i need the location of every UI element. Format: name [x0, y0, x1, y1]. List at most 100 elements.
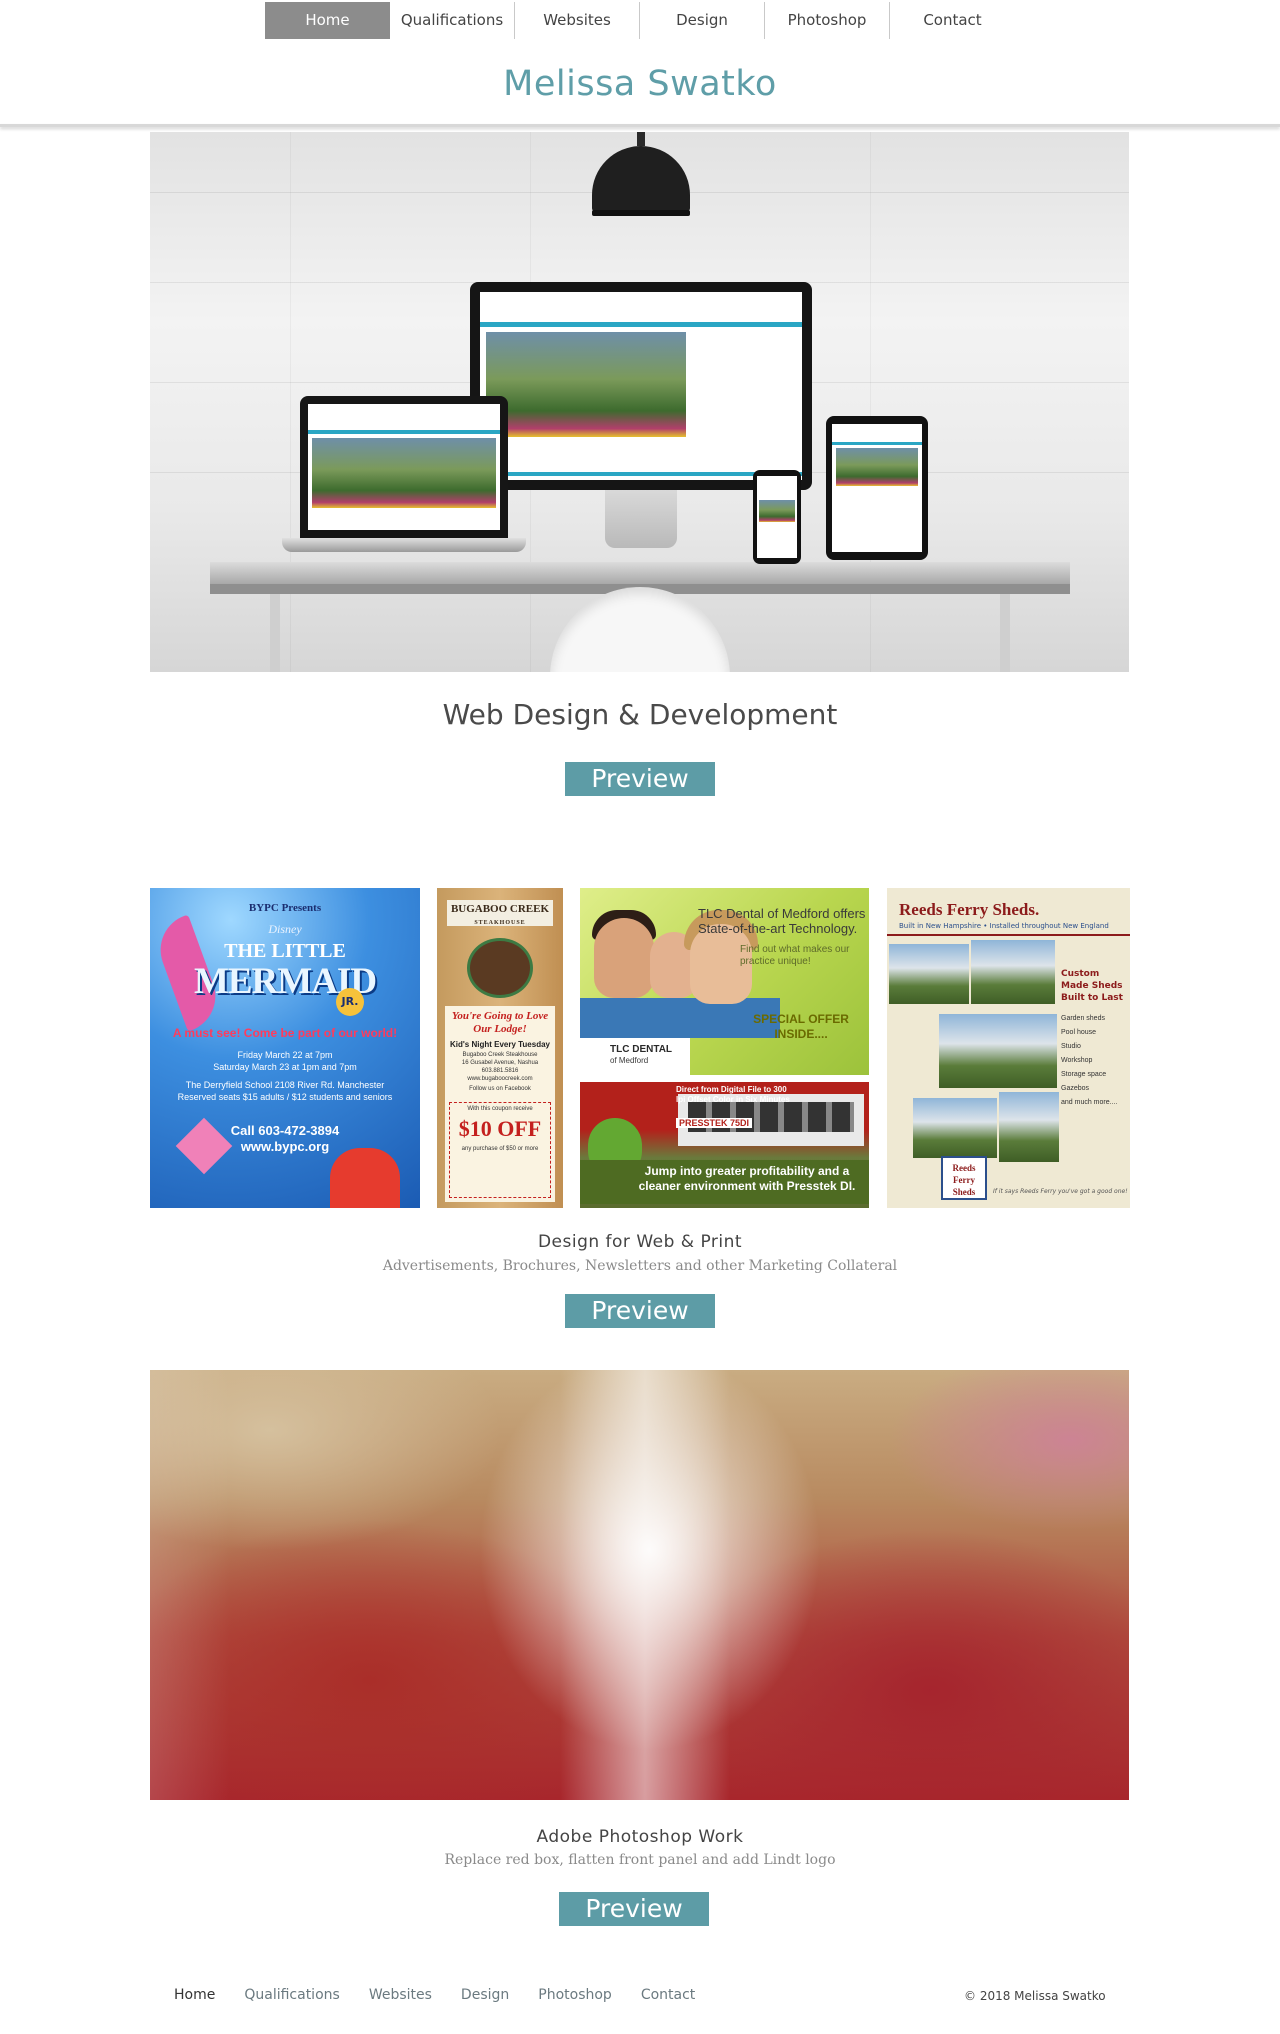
laptop-screen: [308, 404, 500, 530]
tlc-special-offer: SPECIAL OFFER INSIDE....: [753, 1012, 849, 1041]
blur-highlight: [150, 1370, 230, 1800]
web-design-preview-button[interactable]: Preview: [565, 762, 715, 796]
presstek-ad[interactable]: Direct from Digital File to 300 lpi Offs…: [580, 1082, 869, 1208]
coupon-offer: $10 OFF: [458, 1116, 542, 1141]
footer-nav-home[interactable]: Home: [174, 1987, 215, 2003]
monitor-screen: [480, 292, 802, 480]
footer-nav-qualifications[interactable]: Qualifications: [244, 1987, 339, 2003]
photoshop-work-image[interactable]: [150, 1370, 1129, 1800]
shed-photo: [939, 1014, 1057, 1088]
screen-hero-photo: [312, 438, 496, 508]
tlc-headline: TLC Dental of Medford offers State-of-th…: [698, 906, 866, 936]
photoshop-preview-button[interactable]: Preview: [559, 1892, 709, 1926]
reeds-list-item: Garden sheds: [1061, 1015, 1105, 1022]
coupon-offer-detail: any purchase of $50 or more: [461, 1146, 539, 1152]
coral-graphic: [330, 1148, 400, 1208]
nav-websites[interactable]: Websites: [515, 2, 640, 39]
laptop-base: [282, 538, 526, 552]
little-mermaid-ad[interactable]: BYPC Presents Disney THE LITTLE MERMAID …: [150, 888, 420, 1208]
shed-photo: [999, 1092, 1059, 1162]
photoshop-section-subtitle: Replace red box, flatten front panel and…: [444, 1852, 836, 1868]
bugaboo-logo: BUGABOO CREEK STEAKHOUSE: [447, 900, 553, 926]
desk-leg: [270, 592, 280, 672]
mermaid-presents: BYPC Presents: [248, 902, 322, 914]
mermaid-date: Saturday March 23 at 1pm and 7pm: [213, 1062, 357, 1072]
bugaboo-creek-ad[interactable]: BUGABOO CREEK STEAKHOUSE You're Going to …: [437, 888, 563, 1208]
nav-design[interactable]: Design: [640, 2, 765, 39]
screen-nav-bar: [308, 430, 500, 434]
nav-photoshop[interactable]: Photoshop: [765, 2, 890, 39]
mermaid-venue: The Derryfield School 2108 River Rd. Man…: [185, 1080, 385, 1090]
bugaboo-address: www.bugaboocreek.com: [467, 1076, 533, 1082]
desktop-monitor: [470, 282, 812, 490]
shed-photo: [889, 944, 969, 1004]
print-preview-button[interactable]: Preview: [565, 1294, 715, 1328]
reeds-ferry-ad[interactable]: Reeds Ferry Sheds. Built in New Hampshir…: [887, 888, 1130, 1208]
site-title[interactable]: Melissa Swatko: [0, 64, 1280, 104]
reeds-logo: Reeds Ferry Sheds: [941, 1156, 987, 1200]
copyright: © 2018 Melissa Swatko: [964, 1989, 1106, 2003]
lamp-cord: [637, 132, 645, 146]
blur-highlight: [560, 1370, 730, 1800]
print-section-title: Design for Web & Print: [537, 1232, 743, 1252]
family-photo-man: [594, 918, 654, 998]
footer-nav-design[interactable]: Design: [461, 1987, 509, 2003]
tlc-find-out: Find out what makes our practice unique!: [740, 944, 850, 967]
coupon-intro: With this coupon receive: [467, 1106, 533, 1112]
web-design-hero-image: [150, 132, 1129, 672]
desk: [210, 562, 1070, 584]
tlc-logo-sub: of Medford: [610, 1056, 649, 1065]
footer-nav-photoshop[interactable]: Photoshop: [538, 1987, 612, 2003]
bugaboo-kids-night: Kid's Night Every Tuesday: [449, 1040, 550, 1049]
mermaid-tagline: A must see! Come be part of our world!: [172, 1026, 398, 1040]
screen-hero-photo: [836, 448, 918, 486]
presstek-direct: Direct from Digital File to 300 lpi Offs…: [676, 1085, 790, 1104]
reeds-subtitle: Built in New Hampshire • Installed throu…: [899, 922, 1109, 930]
nav-qualifications[interactable]: Qualifications: [390, 2, 515, 39]
mermaid-website: www.bypc.org: [240, 1139, 330, 1154]
footer-nav-websites[interactable]: Websites: [369, 1987, 432, 2003]
shed-photo: [971, 940, 1055, 1004]
bugaboo-headline: You're Going to Love Our Lodge!: [451, 1010, 549, 1035]
bugaboo-logo-text: BUGABOO CREEK: [450, 903, 550, 915]
bugaboo-coupon-panel: You're Going to Love Our Lodge! Kid's Ni…: [445, 1006, 555, 1202]
mermaid-date: Friday March 22 at 7pm: [237, 1050, 333, 1060]
reeds-list-item: Gazebos: [1061, 1085, 1090, 1092]
laptop: [300, 396, 508, 538]
mermaid-phone: Call 603-472-3894: [230, 1123, 340, 1138]
presstek-model: PRESSTEK 75DI: [676, 1118, 753, 1128]
mermaid-jr-badge: JR.: [336, 988, 364, 1016]
bugaboo-address: Follow us on Facebook: [469, 1086, 531, 1092]
web-design-title: Web Design & Development: [442, 698, 838, 731]
main-nav: Home Qualifications Websites Design Phot…: [265, 2, 1015, 39]
mermaid-title-line2: MERMAID: [193, 961, 377, 1002]
reeds-list-item: Studio: [1061, 1043, 1081, 1050]
tablet: [826, 416, 928, 560]
reeds-list-item: Workshop: [1061, 1057, 1093, 1064]
bugaboo-address: 603.881.5816: [481, 1068, 519, 1074]
reeds-tagline: If it says Reeds Ferry you've got a good…: [993, 1188, 1128, 1195]
screen-nav-bar: [832, 442, 922, 445]
smartphone: [753, 470, 801, 564]
photoshop-section-title: Adobe Photoshop Work: [536, 1827, 744, 1847]
chair: [550, 587, 730, 672]
screen-nav-bar: [480, 322, 802, 327]
presstek-tagline: Jump into greater profitability and a cl…: [638, 1164, 856, 1193]
footer-nav-contact[interactable]: Contact: [641, 1987, 695, 2003]
reeds-list-item: and much more....: [1061, 1099, 1118, 1106]
screen-hero-photo: [759, 500, 795, 522]
reeds-title: Reeds Ferry Sheds.: [899, 900, 1040, 919]
pendant-lamp: [592, 146, 690, 212]
nav-contact[interactable]: Contact: [890, 2, 1015, 39]
bugaboo-address: 16 Gusabel Avenue, Nashua: [461, 1060, 539, 1066]
mermaid-disney: Disney: [268, 922, 302, 936]
tlc-dental-ad[interactable]: TLC Dental of Medford offers State-of-th…: [580, 888, 869, 1075]
footer-nav: Home Qualifications Websites Design Phot…: [174, 1987, 724, 2003]
nav-home[interactable]: Home: [265, 2, 390, 39]
header-divider: [0, 124, 1280, 127]
screen-hero-photo: [486, 332, 686, 437]
reeds-list-item: Storage space: [1061, 1071, 1107, 1078]
lamp-rim: [592, 210, 690, 216]
bugaboo-address: Bugaboo Creek Steakhouse: [462, 1052, 538, 1058]
print-section-subtitle: Advertisements, Brochures, Newsletters a…: [382, 1258, 898, 1274]
